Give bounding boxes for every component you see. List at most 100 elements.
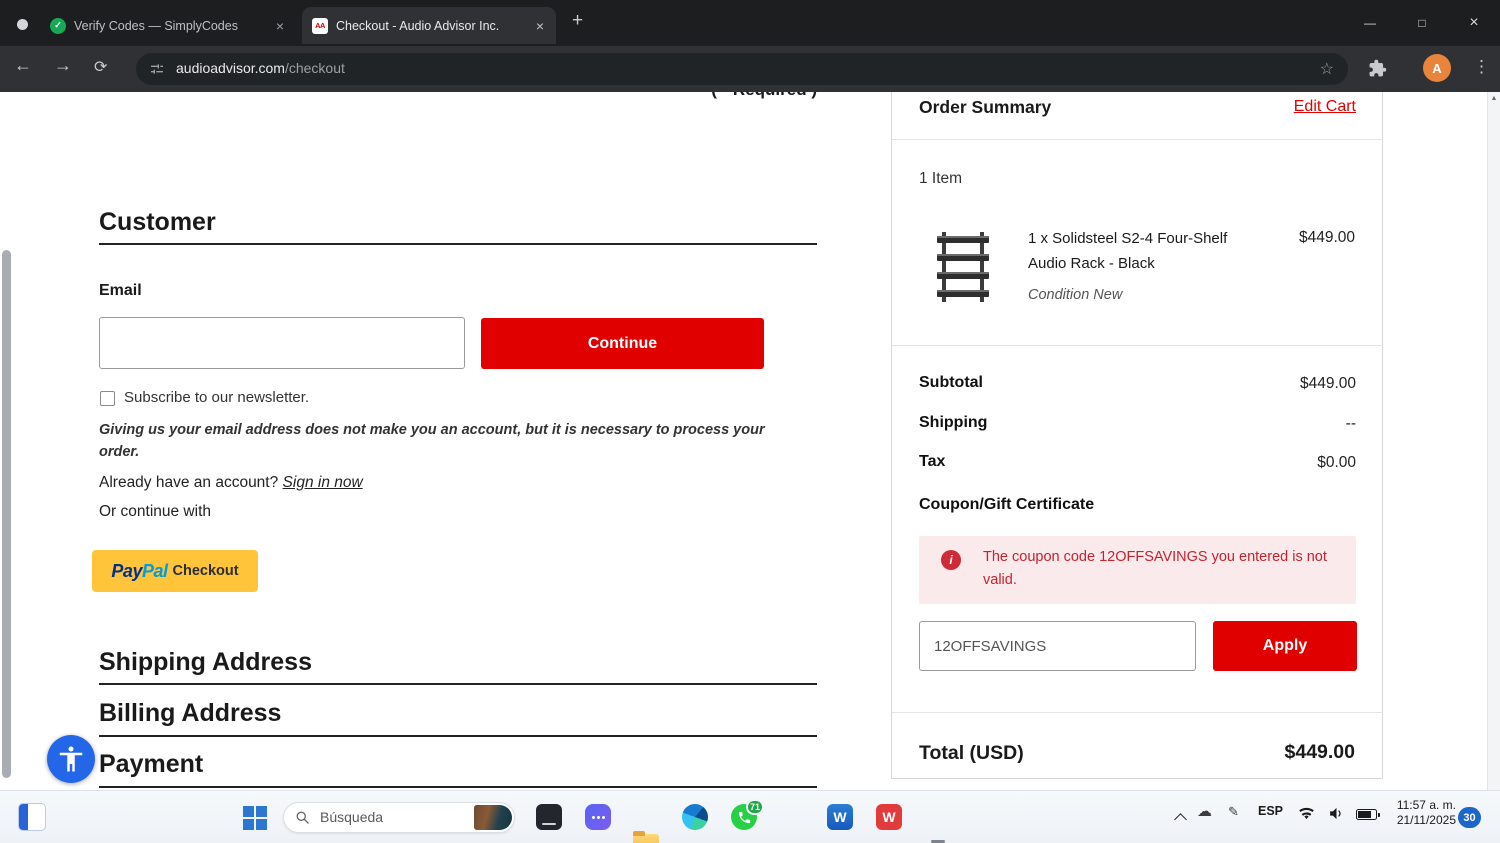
paypal-checkout-label: Checkout: [172, 563, 239, 579]
continue-button[interactable]: Continue: [481, 318, 764, 369]
email-note: Giving us your email address does not ma…: [99, 422, 765, 460]
order-summary-title: Order Summary: [919, 97, 1052, 117]
battery-icon[interactable]: [1356, 809, 1380, 820]
volume-icon[interactable]: [1328, 805, 1345, 822]
summary-divider: [892, 139, 1383, 140]
tab-simplycodes[interactable]: ✓ Verify Codes — SimplyCodes ×: [40, 7, 296, 44]
item-count: 1 Item: [919, 170, 963, 187]
red-w-letter: W: [882, 809, 896, 825]
error-info-icon: i: [941, 550, 961, 570]
search-placeholder: Búsqueda: [320, 809, 384, 825]
email-label: Email: [99, 282, 142, 299]
pen-icon[interactable]: ✎: [1228, 804, 1239, 820]
new-tab-button[interactable]: +: [572, 10, 583, 32]
whatsapp-badge: 71: [745, 799, 764, 815]
language-indicator[interactable]: ESP: [1258, 804, 1283, 818]
accessibility-widget-button[interactable]: [47, 735, 95, 783]
tax-label: Tax: [919, 453, 946, 470]
start-button[interactable]: [243, 806, 267, 830]
tab-search-icon[interactable]: [11, 13, 33, 35]
window-maximize-button[interactable]: □: [1400, 0, 1444, 46]
payment-rule: [99, 786, 817, 788]
total-value: $449.00: [1284, 741, 1356, 763]
extensions-icon[interactable]: [1368, 59, 1387, 78]
word-letter: W: [833, 809, 847, 825]
tab-title: Verify Codes — SimplyCodes: [74, 18, 238, 33]
or-continue-text: Or continue with: [99, 503, 211, 520]
back-button[interactable]: ←: [14, 55, 32, 76]
payment-heading: Payment: [99, 750, 204, 778]
shipping-rule: [99, 683, 817, 685]
customer-heading: Customer: [99, 208, 216, 236]
customer-rule: [99, 243, 817, 245]
clock-date: 21/11/2025: [1396, 813, 1456, 827]
coupon-input[interactable]: [919, 621, 1196, 671]
browser-profile-avatar[interactable]: A: [1423, 54, 1451, 82]
address-bar[interactable]: audioadvisor.com/checkout ☆: [136, 53, 1348, 85]
site-settings-icon[interactable]: [149, 61, 165, 77]
url-path: /checkout: [284, 60, 345, 76]
browser-tab-bar: ✓ Verify Codes — SimplyCodes × AA Checko…: [0, 0, 1500, 46]
scrollbar-thumb[interactable]: [1, 250, 11, 778]
url-text: audioadvisor.com/checkout: [176, 60, 345, 76]
tab-title: Checkout - Audio Advisor Inc.: [336, 18, 500, 33]
shipping-address-heading: Shipping Address: [99, 648, 312, 676]
accessibility-icon: [59, 746, 83, 772]
item-price: $449.00: [1298, 229, 1355, 246]
total-label: Total (USD): [919, 742, 1024, 764]
notebook-icon-stripe: [19, 804, 28, 830]
search-highlight-image[interactable]: [474, 805, 512, 830]
audio-advisor-favicon-icon: AA: [312, 17, 328, 34]
browser-menu-icon[interactable]: ⋮: [1473, 57, 1490, 77]
tab-close-icon[interactable]: ×: [274, 18, 286, 34]
paypal-checkout-button[interactable]: Pay Pal Checkout: [92, 550, 258, 592]
bookmark-star-icon[interactable]: ☆: [1320, 59, 1334, 79]
wifi-icon[interactable]: [1298, 805, 1315, 822]
item-condition: Condition New: [1028, 287, 1123, 303]
tab-checkout[interactable]: AA Checkout - Audio Advisor Inc. ×: [302, 7, 556, 44]
subtotal-label: Subtotal: [919, 374, 983, 391]
tab-search-dot: [16, 18, 28, 30]
edge-browser-icon[interactable]: [682, 804, 708, 830]
paypal-logo-pay: Pay: [111, 560, 142, 581]
notification-count-badge[interactable]: 30: [1458, 807, 1481, 828]
pinned-notebook-app-icon[interactable]: [18, 803, 46, 831]
order-summary-card: [891, 92, 1383, 779]
email-input[interactable]: [99, 317, 465, 369]
edit-cart-link[interactable]: Edit Cart: [1294, 98, 1356, 116]
account-question: Already have an account? Sign in now: [99, 474, 363, 492]
scroll-up-arrow[interactable]: ▲: [1488, 95, 1500, 102]
windows-taskbar: Búsqueda 71 W W A G J M J ☁ ✎ ESP: [0, 790, 1500, 843]
billing-rule: [99, 735, 817, 737]
reload-button[interactable]: ⟳: [94, 57, 107, 77]
dark-app-icon[interactable]: [536, 804, 562, 830]
word-app-icon[interactable]: W: [827, 804, 853, 830]
coupon-label: Coupon/Gift Certificate: [919, 496, 1095, 513]
search-icon: [296, 811, 309, 824]
hidden-icons-chevron[interactable]: [1174, 813, 1187, 826]
red-w-app-icon[interactable]: W: [876, 804, 902, 830]
clock-time: 11:57 a. m.: [1396, 798, 1456, 812]
chat-app-icon[interactable]: [585, 804, 611, 830]
paypal-logo-pal: Pal: [141, 560, 168, 581]
tab-close-icon[interactable]: ×: [534, 18, 546, 34]
window-minimize-button[interactable]: —: [1348, 0, 1392, 46]
newsletter-checkbox[interactable]: [100, 391, 115, 406]
tax-value: $0.00: [1317, 454, 1356, 471]
taskbar-search[interactable]: Búsqueda: [283, 802, 515, 833]
subtotal-value: $449.00: [1299, 375, 1356, 392]
item-name: 1 x Solidsteel S2-4 Four-Shelf Audio Rac…: [1028, 230, 1228, 272]
window-close-button[interactable]: ×: [1452, 0, 1496, 46]
file-explorer-icon[interactable]: [633, 831, 659, 843]
summary-divider: [892, 712, 1383, 713]
taskbar-clock[interactable]: 11:57 a. m. 21/11/2025: [1384, 798, 1456, 828]
billing-address-heading: Billing Address: [99, 699, 282, 727]
onedrive-cloud-icon[interactable]: ☁: [1197, 802, 1212, 820]
apply-coupon-button[interactable]: Apply: [1213, 621, 1357, 671]
newsletter-label: Subscribe to our newsletter.: [124, 389, 310, 406]
page-scrollbar[interactable]: ▲: [1487, 92, 1500, 790]
shipping-value: --: [1345, 415, 1356, 432]
forward-button[interactable]: →: [54, 55, 72, 76]
sign-in-link[interactable]: Sign in now: [283, 474, 363, 491]
whatsapp-icon[interactable]: 71: [731, 799, 764, 830]
